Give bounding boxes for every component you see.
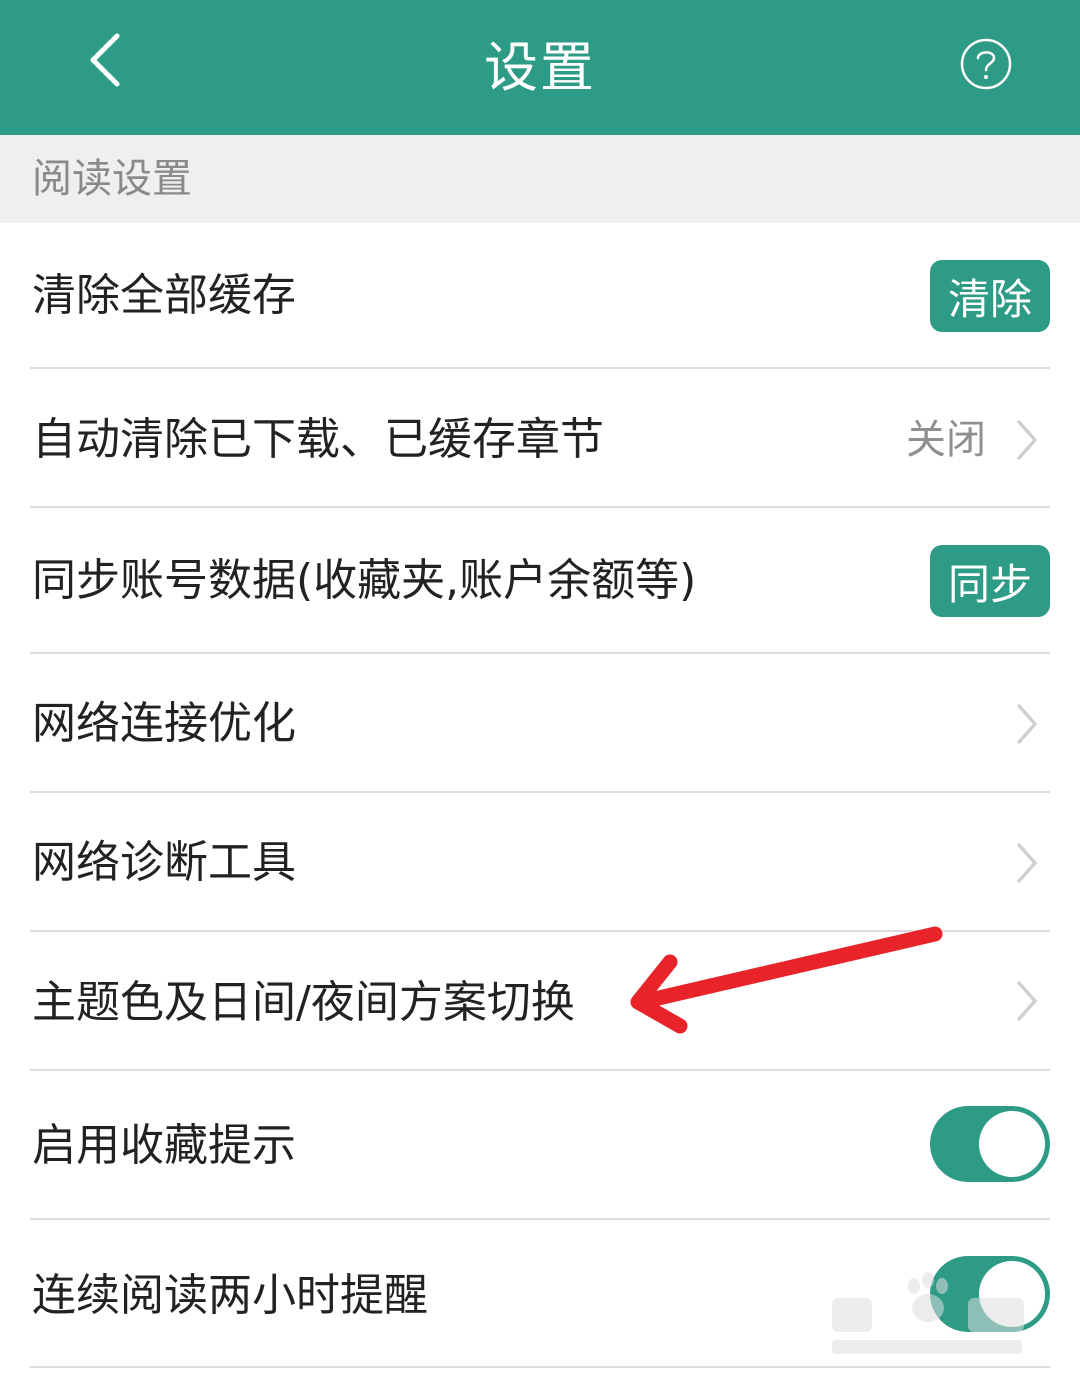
settings-row-reading-reminder[interactable]: 连续阅读两小时提醒 (0, 1220, 1080, 1366)
settings-row-network-optimize[interactable]: 网络连接优化 (0, 654, 1080, 791)
help-button[interactable] (958, 36, 1014, 92)
settings-screen: 设置 阅读设置 清除全部缓存 清除 自动清除已下载、已缓存章节 关闭 同步账号数… (0, 0, 1080, 1384)
row-label: 网络诊断工具 (32, 837, 296, 888)
row-label: 清除全部缓存 (32, 270, 296, 321)
clear-button[interactable]: 清除 (930, 260, 1050, 332)
toggle-knob (979, 1111, 1045, 1177)
help-circle-icon (960, 38, 1012, 90)
chevron-right-icon (1017, 704, 1037, 744)
chevron-left-icon (90, 33, 120, 87)
toggle-knob (979, 1261, 1045, 1327)
sync-button[interactable]: 同步 (930, 545, 1050, 617)
row-label: 网络连接优化 (32, 698, 296, 749)
chevron-right-icon (1017, 420, 1037, 460)
row-label: 同步账号数据(收藏夹,账户余额等) (32, 555, 697, 606)
app-header: 设置 (0, 0, 1080, 135)
section-title: 阅读设置 (32, 156, 192, 202)
divider (30, 1366, 1050, 1368)
chevron-right-icon (1017, 843, 1037, 883)
page-title: 设置 (484, 35, 596, 99)
row-label: 自动清除已下载、已缓存章节 (32, 414, 604, 465)
row-label: 连续阅读两小时提醒 (32, 1270, 428, 1321)
row-label: 启用收藏提示 (32, 1120, 296, 1171)
settings-row-sync-account[interactable]: 同步账号数据(收藏夹,账户余额等) 同步 (0, 508, 1080, 653)
favorite-hint-toggle[interactable] (930, 1106, 1050, 1182)
settings-row-network-diagnose[interactable]: 网络诊断工具 (0, 793, 1080, 930)
section-header: 阅读设置 (0, 135, 1080, 223)
auto-clear-value: 关闭 (906, 417, 986, 463)
back-button[interactable] (70, 22, 140, 98)
settings-row-favorite-hint[interactable]: 启用收藏提示 (0, 1071, 1080, 1218)
row-label: 主题色及日间/夜间方案切换 (32, 977, 575, 1028)
settings-row-clear-cache[interactable]: 清除全部缓存 清除 (0, 223, 1080, 368)
settings-row-auto-clear[interactable]: 自动清除已下载、已缓存章节 关闭 (0, 369, 1080, 506)
chevron-right-icon (1017, 981, 1037, 1021)
settings-row-theme[interactable]: 主题色及日间/夜间方案切换 (0, 932, 1080, 1069)
reading-reminder-toggle[interactable] (930, 1256, 1050, 1332)
